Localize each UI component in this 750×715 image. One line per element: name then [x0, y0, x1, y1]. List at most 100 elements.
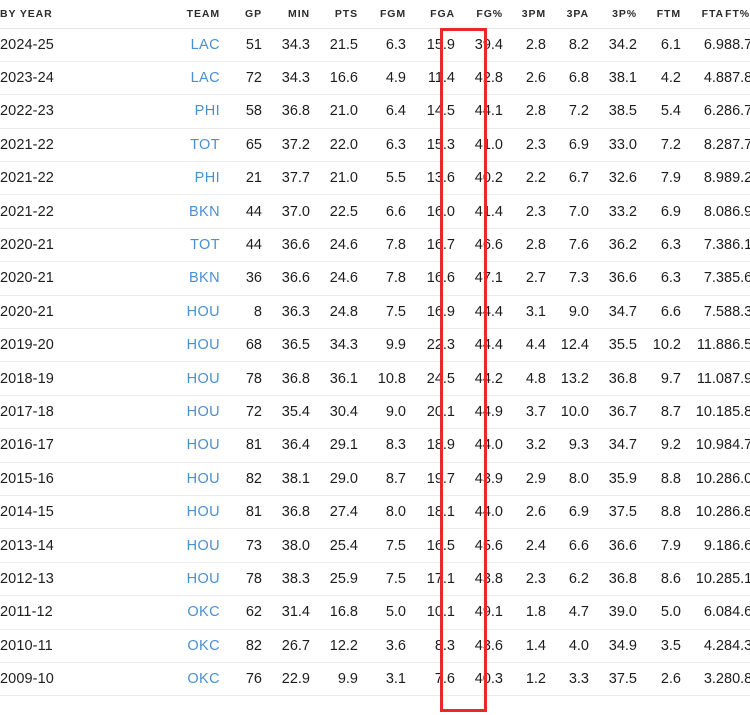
team-link[interactable]: LAC	[191, 37, 220, 53]
cell-ftm: 6.6	[637, 295, 681, 330]
cell-fga: 16.7	[406, 228, 455, 263]
team-link[interactable]: HOU	[187, 538, 220, 554]
team-link[interactable]: PHI	[195, 103, 220, 119]
team-link[interactable]: BKN	[189, 204, 220, 220]
team-link[interactable]: LAC	[191, 70, 220, 86]
table-row[interactable]: 2016-17 HOU 81 36.4 29.1 8.3 18.9 44.0 3.2 9.3 34.…	[0, 428, 750, 463]
column-header-by-year[interactable]: BY YEAR	[0, 0, 172, 29]
column-header-fg-pct[interactable]: FG%	[455, 0, 503, 29]
cell-tpm: 4.8	[503, 361, 546, 396]
team-link[interactable]: TOT	[190, 237, 220, 253]
table-row[interactable]: 2020-21 HOU 8 36.3 24.8 7.5 16.9 44.4 3.1 9.0 34.7…	[0, 295, 750, 330]
cell-fga: 15.9	[406, 28, 455, 62]
table-row[interactable]: 2013-14 HOU 73 38.0 25.4 7.5 16.5 45.6 2.4 6.6 36.…	[0, 528, 750, 563]
table-row[interactable]: 2021-22 BKN 44 37.0 22.5 6.6 16.0 41.4 2.3 7.0 33.…	[0, 194, 750, 229]
cell-ftp: 84.6	[724, 595, 750, 630]
cell-tpa: 8.2	[546, 28, 589, 62]
cell-fta: 8.2	[681, 128, 724, 163]
team-link[interactable]: TOT	[190, 137, 220, 153]
table-row[interactable]: 2010-11 OKC 82 26.7 12.2 3.6 8.3 43.6 1.4 4.0 34.9…	[0, 629, 750, 663]
cell-fga: 16.6	[406, 261, 455, 296]
team-link[interactable]: OKC	[187, 638, 220, 654]
cell-fgp: 44.4	[455, 295, 503, 330]
cell-season-year: 2014-15	[0, 495, 172, 530]
cell-team: TOT	[172, 228, 220, 263]
column-header-ftm[interactable]: FTM	[637, 0, 681, 29]
cell-tpa: 6.6	[546, 528, 589, 563]
cell-season-year: 2019-20	[0, 328, 172, 363]
cell-gp: 73	[220, 528, 262, 563]
team-link[interactable]: HOU	[187, 337, 220, 353]
team-link[interactable]: HOU	[187, 437, 220, 453]
column-header-3p-pct[interactable]: 3P%	[589, 0, 637, 29]
column-header-fga[interactable]: FGA	[406, 0, 455, 29]
column-header-gp[interactable]: GP	[220, 0, 262, 29]
cell-pts: 12.2	[310, 629, 358, 663]
table-row[interactable]: 2019-20 HOU 68 36.5 34.3 9.9 22.3 44.4 4.4 12.4 35…	[0, 328, 750, 363]
column-header-team[interactable]: TEAM	[172, 0, 220, 29]
cell-min: 34.3	[262, 28, 310, 62]
cell-fgp: 43.6	[455, 629, 503, 663]
cell-gp: 21	[220, 161, 262, 196]
team-link[interactable]: HOU	[187, 304, 220, 320]
cell-fgm: 5.0	[358, 595, 406, 630]
table-row[interactable]: 2021-22 TOT 65 37.2 22.0 6.3 15.3 41.0 2.3 6.9 33.…	[0, 128, 750, 163]
cell-fgp: 44.0	[455, 428, 503, 463]
table-row[interactable]: 2020-21 TOT 44 36.6 24.6 7.8 16.7 46.6 2.8 7.6 36.…	[0, 228, 750, 263]
cell-team: HOU	[172, 495, 220, 530]
table-row[interactable]: 2014-15 HOU 81 36.8 27.4 8.0 18.1 44.0 2.6 6.9 37.…	[0, 495, 750, 530]
table-row[interactable]: 2015-16 HOU 82 38.1 29.0 8.7 19.7 43.9 2.9 8.0 35.…	[0, 462, 750, 496]
column-header-fta[interactable]: FTA	[681, 0, 724, 29]
table-row[interactable]: 2009-10 OKC 76 22.9 9.9 3.1 7.6 40.3 1.2 3.3 37.5 2…	[0, 662, 750, 697]
cell-season-year: 2020-21	[0, 295, 172, 330]
cell-ftm: 5.4	[637, 94, 681, 129]
table-row[interactable]: 2012-13 HOU 78 38.3 25.9 7.5 17.1 43.8 2.3 6.2 36.…	[0, 562, 750, 597]
cell-fgm: 4.9	[358, 61, 406, 96]
cell-pts: 9.9	[310, 662, 358, 697]
cell-season-year: 2013-14	[0, 528, 172, 563]
table-row[interactable]: 2020-21 BKN 36 36.6 24.6 7.8 16.6 47.1 2.7 7.3 36.…	[0, 261, 750, 296]
team-link[interactable]: HOU	[187, 371, 220, 387]
cell-fgm: 8.3	[358, 428, 406, 463]
table-row[interactable]: 2021-22 PHI 21 37.7 21.0 5.5 13.6 40.2 2.2 6.7 32.…	[0, 161, 750, 196]
cell-tpm: 2.3	[503, 194, 546, 229]
table-row[interactable]: 2011-12 OKC 62 31.4 16.8 5.0 10.1 49.1 1.8 4.7 39.…	[0, 595, 750, 630]
cell-fga: 19.7	[406, 462, 455, 496]
cell-pts: 21.0	[310, 94, 358, 129]
team-link[interactable]: HOU	[187, 471, 220, 487]
cell-ftp: 86.6	[724, 528, 750, 563]
cell-fta: 8.0	[681, 194, 724, 229]
cell-tpm: 2.2	[503, 161, 546, 196]
team-link[interactable]: OKC	[187, 604, 220, 620]
column-header-3pm[interactable]: 3PM	[503, 0, 546, 29]
column-header-fgm[interactable]: FGM	[358, 0, 406, 29]
team-link[interactable]: BKN	[189, 270, 220, 286]
team-link[interactable]: PHI	[195, 170, 220, 186]
table-row[interactable]: 2022-23 PHI 58 36.8 21.0 6.4 14.5 44.1 2.8 7.2 38.…	[0, 94, 750, 129]
table-row[interactable]: 2018-19 HOU 78 36.8 36.1 10.8 24.5 44.2 4.8 13.2 3…	[0, 361, 750, 396]
cell-min: 38.1	[262, 462, 310, 496]
cell-fgm: 3.6	[358, 629, 406, 663]
table-row[interactable]: 2017-18 HOU 72 35.4 30.4 9.0 20.1 44.9 3.7 10.0 36…	[0, 395, 750, 430]
cell-fta: 11.0	[681, 361, 724, 396]
cell-fgp: 45.6	[455, 528, 503, 563]
cell-tpm: 2.6	[503, 495, 546, 530]
cell-gp: 78	[220, 361, 262, 396]
column-header-min[interactable]: MIN	[262, 0, 310, 29]
team-link[interactable]: HOU	[187, 404, 220, 420]
cell-tpa: 6.9	[546, 495, 589, 530]
cell-fgm: 7.5	[358, 295, 406, 330]
team-link[interactable]: HOU	[187, 504, 220, 520]
cell-season-year: 2010-11	[0, 629, 172, 663]
team-link[interactable]: OKC	[187, 671, 220, 687]
team-link[interactable]: HOU	[187, 571, 220, 587]
column-header-pts[interactable]: PTS	[310, 0, 358, 29]
cell-min: 37.7	[262, 161, 310, 196]
column-header-3pa[interactable]: 3PA	[546, 0, 589, 29]
column-header-ft-pct[interactable]: FT%	[724, 0, 750, 29]
cell-min: 31.4	[262, 595, 310, 630]
table-row[interactable]: 2023-24 LAC 72 34.3 16.6 4.9 11.4 42.8 2.6 6.8 38.…	[0, 61, 750, 96]
cell-fta: 6.2	[681, 94, 724, 129]
cell-ftp: 88.3	[724, 295, 750, 330]
table-row[interactable]: 2024-25 LAC 51 34.3 21.5 6.3 15.9 39.4 2.8 8.2 34.…	[0, 28, 750, 62]
